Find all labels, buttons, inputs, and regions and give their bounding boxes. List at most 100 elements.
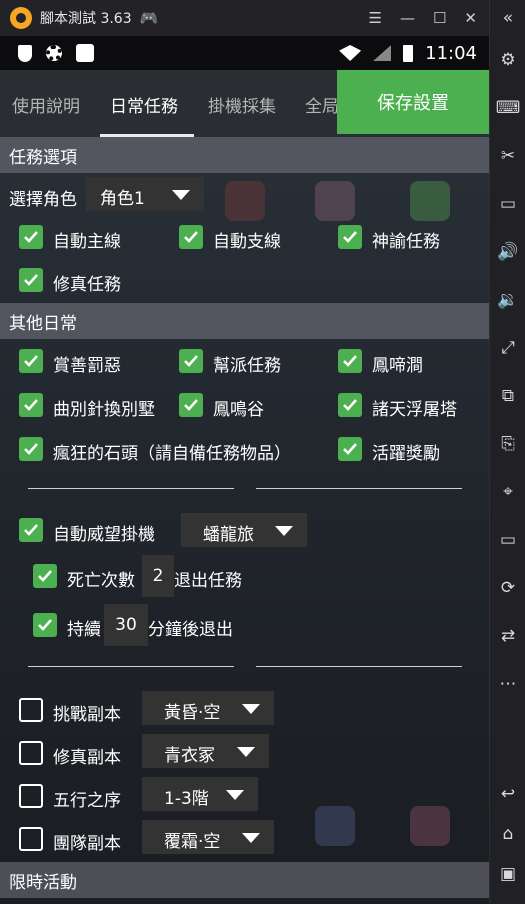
chevron-down-icon	[172, 190, 190, 200]
shield-icon	[18, 44, 32, 62]
sync-icon[interactable]: ⇄	[490, 621, 525, 651]
record-icon[interactable]: ▭	[490, 189, 525, 219]
duration-label: 持續	[67, 620, 101, 640]
cultivation-dungeon-dropdown[interactable]: 青衣冢	[142, 734, 269, 768]
app-logo-icon	[10, 7, 32, 29]
team-dungeon-dropdown[interactable]: 覆霜·空	[142, 820, 274, 854]
paperclip-trade-checkbox[interactable]	[19, 393, 43, 417]
recents-icon[interactable]: ▣	[490, 859, 525, 889]
cultivation-dungeon-label: 修真副本	[53, 748, 121, 768]
duration-minutes-input[interactable]: 30	[104, 604, 148, 646]
team-dungeon-label: 團隊副本	[53, 834, 121, 854]
crazy-stone-label: 瘋狂的石頭（請自備任務物品）	[53, 444, 291, 464]
settings-icon[interactable]: ⚙	[490, 45, 525, 75]
divider	[256, 666, 462, 667]
volume-down-icon[interactable]: 🔉	[490, 285, 525, 315]
volume-up-icon[interactable]: 🔊	[490, 237, 525, 267]
role-dropdown[interactable]: 角色1	[86, 177, 204, 211]
death-count-suffix: 退出任務	[174, 571, 242, 591]
gamepad-icon[interactable]: 🎮	[140, 9, 159, 27]
challenge-dungeon-dropdown[interactable]: 黃昏·空	[142, 691, 274, 725]
prestige-map-dropdown[interactable]: 蟠龍旅	[181, 513, 307, 547]
auto-prestige-label: 自動威望掛機	[53, 525, 155, 545]
chevron-down-icon	[242, 833, 260, 843]
cultivation-dungeon-value: 青衣冢	[164, 746, 215, 766]
crazy-stone-checkbox[interactable]	[19, 437, 43, 461]
fullscreen-icon[interactable]: ⤢	[490, 333, 525, 363]
bg-app-icon	[410, 181, 450, 221]
team-dungeon-checkbox[interactable]	[19, 827, 43, 851]
clock: 11:04	[425, 42, 477, 64]
rotate-icon[interactable]: ⟳	[490, 573, 525, 603]
close-icon[interactable]: ✕	[464, 9, 477, 27]
tab-global[interactable]: 全局	[305, 92, 339, 117]
section-header-other-daily: 其他日常	[0, 303, 489, 339]
tab-idle-gather[interactable]: 掛機採集	[208, 92, 276, 117]
death-count-input[interactable]: 2	[142, 555, 174, 597]
auto-prestige-checkbox[interactable]	[19, 518, 43, 542]
cultivation-quest-checkbox[interactable]	[19, 268, 43, 292]
auto-side-quest-checkbox[interactable]	[179, 225, 203, 249]
multi-instance-icon[interactable]: ⧉	[490, 381, 525, 411]
activity-reward-checkbox[interactable]	[338, 437, 362, 461]
oracle-quest-checkbox[interactable]	[338, 225, 362, 249]
phoenix-valley-checkbox[interactable]	[179, 393, 203, 417]
scissors-icon[interactable]: ✂	[490, 141, 525, 171]
collapse-icon[interactable]: «	[490, 3, 525, 33]
phoenix-ravine-checkbox[interactable]	[338, 349, 362, 373]
role-label: 選擇角色	[9, 190, 77, 210]
heaven-tower-checkbox[interactable]	[338, 393, 362, 417]
duration-checkbox[interactable]	[33, 613, 57, 637]
bg-app-icon	[225, 181, 265, 221]
death-count-label: 死亡次數	[67, 571, 135, 591]
team-dungeon-value: 覆霜·空	[164, 832, 221, 852]
home-icon[interactable]: ⌂	[490, 819, 525, 849]
cultivation-dungeon-checkbox[interactable]	[19, 741, 43, 765]
save-settings-button[interactable]: 保存設置	[337, 70, 489, 134]
five-elements-label: 五行之序	[53, 791, 121, 811]
challenge-dungeon-value: 黃昏·空	[164, 703, 221, 723]
window-title: 腳本測試 3.63	[40, 11, 132, 27]
minimize-icon[interactable]: —	[400, 9, 415, 27]
five-elements-value: 1-3階	[164, 789, 209, 809]
battery-icon	[403, 44, 414, 62]
challenge-dungeon-checkbox[interactable]	[19, 698, 43, 722]
tab-instructions[interactable]: 使用說明	[12, 92, 80, 117]
reward-punish-label: 賞善罰惡	[53, 356, 121, 376]
emulator-sidebar: « ⚙ ⌨ ✂ ▭ 🔊 🔉 ⤢ ⧉ ⎘ ⌖ ▭ ⟳ ⇄ ⋯ ↩ ⌂ ▣	[489, 0, 525, 904]
five-elements-dropdown[interactable]: 1-3階	[142, 777, 258, 811]
five-elements-checkbox[interactable]	[19, 784, 43, 808]
phoenix-valley-label: 鳳鳴谷	[213, 400, 264, 420]
divider	[256, 488, 462, 489]
death-count-checkbox[interactable]	[33, 564, 57, 588]
bg-app-icon	[315, 181, 355, 221]
heaven-tower-label: 諸天浮屠塔	[372, 400, 457, 420]
menu-icon[interactable]: ☰	[369, 9, 382, 27]
display-icon[interactable]: ▭	[490, 525, 525, 555]
auto-main-quest-checkbox[interactable]	[19, 225, 43, 249]
role-dropdown-value: 角色1	[100, 189, 145, 209]
paperclip-trade-label: 曲別針換別墅	[53, 400, 155, 420]
challenge-dungeon-label: 挑戰副本	[53, 705, 121, 725]
signal-icon	[373, 45, 392, 61]
auto-side-quest-label: 自動支線	[213, 232, 281, 252]
prestige-map-value: 蟠龍旅	[203, 525, 254, 545]
more-icon[interactable]: ⋯	[490, 669, 525, 699]
apk-icon[interactable]: ⎘	[490, 429, 525, 459]
divider	[28, 488, 234, 489]
chevron-down-icon	[242, 704, 260, 714]
section-header-limited-events: 限時活動	[0, 862, 489, 898]
keyboard-icon[interactable]: ⌨	[490, 93, 525, 123]
reward-punish-checkbox[interactable]	[19, 349, 43, 373]
back-icon[interactable]: ↩	[490, 779, 525, 809]
phoenix-ravine-label: 鳳啼澗	[372, 356, 423, 376]
tab-daily-tasks[interactable]: 日常任務	[110, 92, 178, 117]
auto-main-quest-label: 自動主線	[53, 232, 121, 252]
title-bar: 腳本測試 3.63 🎮 ☰ — ☐ ✕	[0, 0, 489, 36]
guild-quest-checkbox[interactable]	[179, 349, 203, 373]
location-icon[interactable]: ⌖	[490, 477, 525, 507]
cultivation-quest-label: 修真任務	[53, 275, 121, 295]
chevron-down-icon	[226, 790, 244, 800]
wifi-icon	[339, 45, 362, 61]
maximize-icon[interactable]: ☐	[433, 9, 446, 27]
